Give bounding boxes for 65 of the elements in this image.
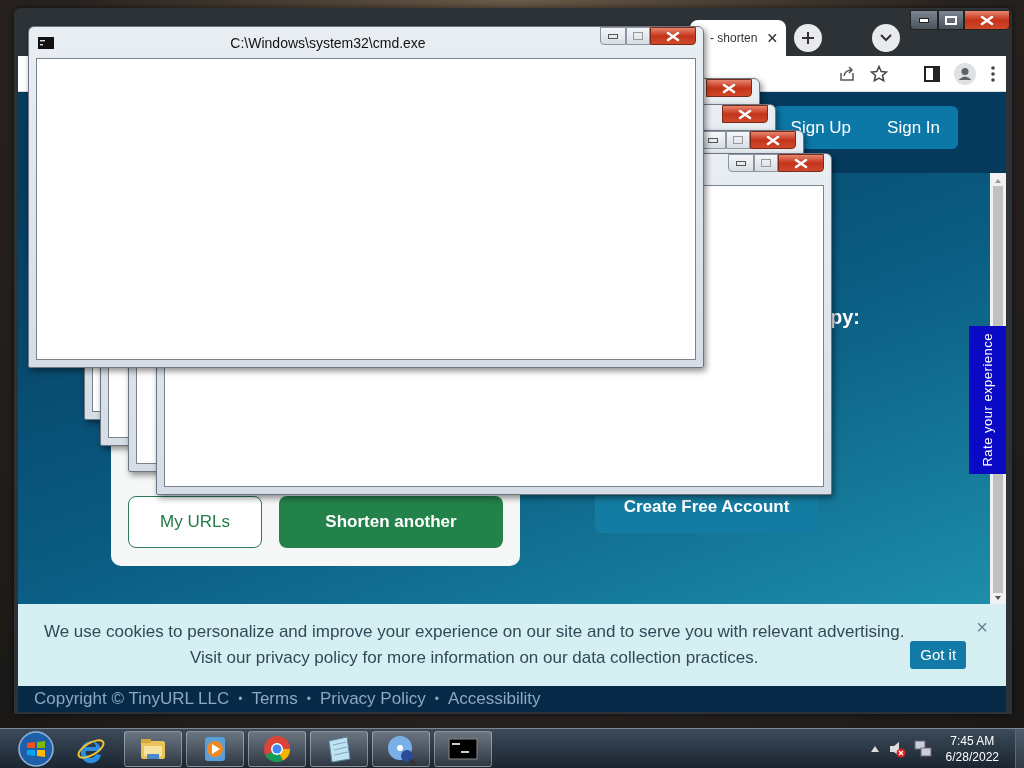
more-options-icon[interactable]	[990, 64, 996, 83]
clock-date: 6/28/2022	[945, 748, 999, 765]
show-hidden-icons-icon[interactable]	[869, 744, 880, 753]
share-icon[interactable]	[838, 64, 856, 83]
clock-time: 7:45 AM	[949, 732, 996, 749]
plus-icon	[801, 31, 815, 45]
window-title: C:\Windows\system32\cmd.exe	[229, 34, 427, 51]
maximize-button[interactable]	[938, 10, 964, 30]
close-icon	[738, 108, 752, 120]
nav-link[interactable]: Sign In	[887, 117, 940, 138]
close-button[interactable]	[722, 105, 768, 123]
tab-title: - shorten	[710, 31, 758, 45]
taskbar-button[interactable]	[124, 730, 182, 767]
minimize-button[interactable]	[600, 27, 626, 45]
maximize-icon	[633, 32, 643, 40]
show-desktop-button[interactable]	[1015, 728, 1024, 768]
chevron-down-icon	[880, 34, 892, 42]
start-button[interactable]	[16, 728, 56, 768]
separator-dot: •	[434, 692, 439, 706]
close-button[interactable]	[964, 10, 1010, 30]
clock[interactable]: 7:45 AM 6/28/2022	[945, 732, 999, 765]
cookie-message: We use cookies to personalize and improve your experience on our site and to serve you with relevant advertising. Visit our privacy policy for more information on our data collection practices.	[42, 621, 906, 669]
close-button[interactable]	[778, 154, 824, 172]
footer-link[interactable]: Terms	[251, 689, 298, 709]
close-icon	[794, 157, 808, 169]
close-icon	[666, 30, 680, 42]
taskbar-button[interactable]	[248, 730, 306, 767]
taskbar-button[interactable]	[186, 730, 244, 767]
copyright-text: Copyright © TinyURL LLC	[34, 689, 230, 709]
create-account-button[interactable]: Create Free Account	[595, 496, 818, 533]
network-icon[interactable]	[913, 739, 932, 758]
speaker-muted-icon[interactable]	[887, 739, 906, 758]
minimize-icon	[608, 33, 618, 39]
close-icon	[980, 14, 994, 26]
close-icon	[766, 134, 780, 146]
console-icon	[38, 36, 54, 49]
maximize-icon	[733, 136, 743, 144]
footer-link[interactable]: Privacy Policy	[319, 689, 426, 709]
got-it-button[interactable]: Got it	[910, 641, 967, 669]
separator-dot: •	[306, 692, 311, 706]
star-icon[interactable]	[870, 64, 888, 83]
close-button[interactable]	[706, 79, 752, 97]
taskbar-button[interactable]	[434, 730, 492, 767]
minimize-icon	[708, 137, 718, 143]
minimize-icon	[919, 17, 929, 23]
shorten-another-button[interactable]: Shorten another	[279, 496, 503, 548]
taskbar-button[interactable]	[372, 730, 430, 767]
minimize-button[interactable]	[728, 154, 754, 172]
my-urls-button[interactable]: My URLs	[128, 496, 262, 548]
close-button[interactable]	[650, 27, 696, 45]
new-tab-button[interactable]	[794, 24, 822, 52]
close-icon	[722, 82, 736, 94]
scroll-down-icon[interactable]	[994, 595, 1002, 601]
maximize-icon	[945, 15, 957, 25]
tab-search-button[interactable]	[872, 24, 900, 52]
separator-dot: •	[238, 692, 243, 706]
feedback-tab[interactable]: Rate your experience	[969, 326, 1006, 474]
maximize-icon	[761, 159, 771, 167]
footer-link[interactable]: Accessibility	[447, 689, 541, 709]
profile-icon[interactable]	[954, 62, 976, 85]
minimize-icon	[736, 160, 746, 166]
close-button[interactable]: ×	[976, 616, 988, 639]
taskbar-button[interactable]	[310, 730, 368, 767]
side-panel-icon[interactable]	[924, 65, 940, 82]
minimize-button[interactable]	[910, 10, 938, 30]
